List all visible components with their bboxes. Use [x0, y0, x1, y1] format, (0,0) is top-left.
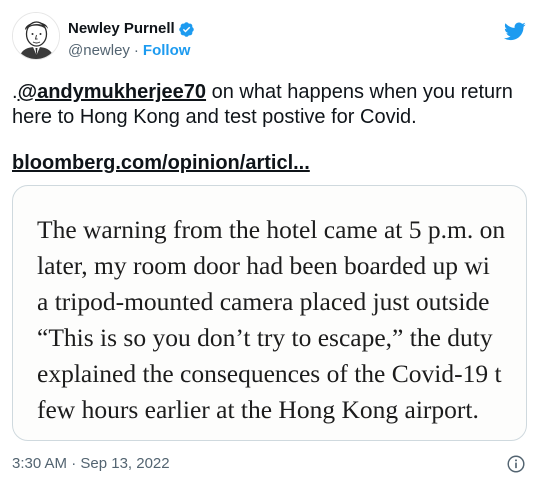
author-handle[interactable]: @newley: [68, 42, 130, 60]
mention-link[interactable]: @andymukherjee70: [18, 81, 206, 103]
author-handle-row: @newley · Follow: [68, 42, 190, 60]
author-name[interactable]: Newley Purnell: [68, 20, 175, 38]
media-text-line: “This is so you don’t try to escape,” th…: [37, 323, 493, 352]
media-text-line: few hours earlier at the Hong Kong airpo…: [37, 395, 479, 424]
tweet-timestamp[interactable]: 3:30 AM · Sep 13, 2022: [12, 455, 170, 473]
media-text-line: explained the consequences of the Covid-…: [37, 359, 502, 388]
tweet-text: .@andymukherjee70 on what happens when y…: [12, 80, 522, 130]
avatar[interactable]: [12, 12, 60, 60]
media-text-line: later, my room door had been boarded up …: [37, 251, 490, 280]
media-text-line: The warning from the hotel came at 5 p.m…: [37, 215, 506, 244]
separator-dot: ·: [133, 42, 139, 59]
author-name-row[interactable]: Newley Purnell: [68, 20, 195, 38]
article-link[interactable]: bloomberg.com/opinion/articl...: [12, 151, 310, 176]
media-image-card[interactable]: The warning from the hotel came at 5 p.m…: [12, 185, 527, 441]
info-icon[interactable]: [505, 453, 527, 475]
tweet-card: Newley Purnell @newley · Follow .@andymu…: [0, 0, 542, 492]
avatar-portrait-icon: [13, 13, 59, 59]
verified-badge-icon: [178, 21, 194, 37]
media-text-line: a tripod-mounted camera placed just outs…: [37, 287, 490, 316]
twitter-bird-icon[interactable]: [503, 20, 527, 42]
follow-button[interactable]: Follow: [143, 42, 191, 60]
